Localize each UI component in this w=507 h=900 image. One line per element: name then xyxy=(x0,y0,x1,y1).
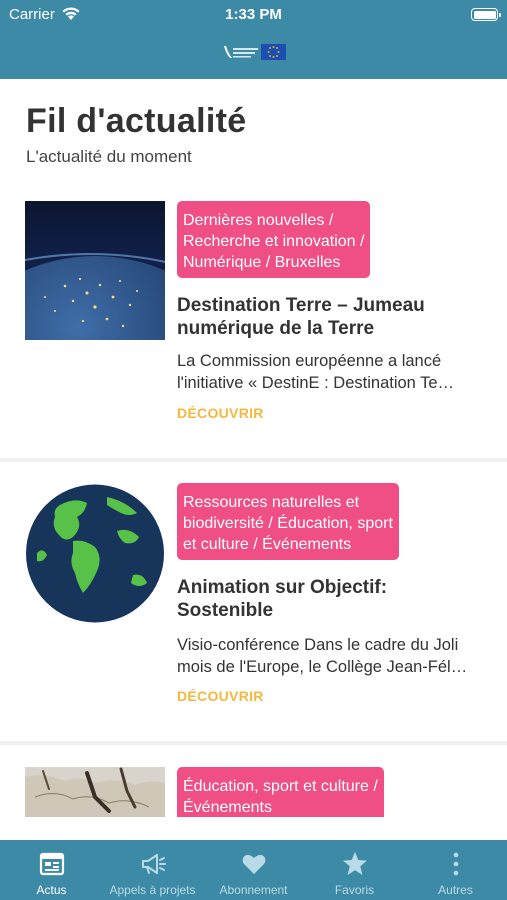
news-card[interactable]: Ressources naturelles et biodiversité / … xyxy=(0,462,507,741)
tab-appels-a-projets[interactable]: Appels à projets xyxy=(102,840,203,900)
tab-label: Autres xyxy=(438,883,473,897)
page-subtitle: L'actualité du moment xyxy=(26,147,192,166)
battery-icon xyxy=(471,8,501,21)
megaphone-icon xyxy=(141,854,166,874)
news-title[interactable]: Animation sur Objectif: Sostenible xyxy=(177,576,487,622)
news-description: Visio-conférence Dans le cadre du Joli m… xyxy=(177,636,468,676)
map-image xyxy=(25,767,165,817)
earth-at-night-image xyxy=(25,201,165,340)
tab-label: Actus xyxy=(36,883,67,897)
europe-direct-logo xyxy=(224,44,286,60)
tab-actus[interactable]: Actus xyxy=(1,840,102,900)
news-card[interactable]: Dernières nouvelles / Recherche et innov… xyxy=(0,190,507,458)
tab-label: Appels à projets xyxy=(109,883,196,897)
app-screen: Carrier 1:33 PM Fil d'actualité L'actual… xyxy=(0,0,507,900)
tab-autres[interactable]: Autres xyxy=(405,840,506,900)
tab-label: Abonnement xyxy=(219,883,288,897)
tab-favoris[interactable]: Favoris xyxy=(304,840,405,900)
more-icon xyxy=(453,852,458,876)
discover-link[interactable]: DÉCOUVRIR xyxy=(177,688,264,704)
news-description: La Commission européenne a lancé l'initi… xyxy=(177,352,455,392)
tab-label: Favoris xyxy=(334,883,375,897)
tab-bar: Actus Appels à projets Abonnement Favori… xyxy=(0,840,507,900)
app-header: Carrier 1:33 PM xyxy=(0,0,507,79)
status-bar: Carrier 1:33 PM xyxy=(0,0,507,28)
news-title[interactable]: Destination Terre – Jumeau numérique de … xyxy=(177,294,487,340)
status-time: 1:33 PM xyxy=(225,6,282,23)
star-icon xyxy=(342,852,367,875)
category-tag: Ressources naturelles et biodiversité / … xyxy=(177,483,399,560)
category-tag: Dernières nouvelles / Recherche et innov… xyxy=(177,201,371,278)
heart-icon xyxy=(242,854,265,874)
globe-image xyxy=(26,484,164,623)
category-tag: Éducation, sport et culture / Événements xyxy=(177,767,384,817)
page-title: Fil d'actualité xyxy=(26,102,247,140)
news-icon xyxy=(39,852,64,876)
news-card[interactable]: Éducation, sport et culture / Événements xyxy=(0,745,507,817)
tab-abonnement[interactable]: Abonnement xyxy=(203,840,304,900)
discover-link[interactable]: DÉCOUVRIR xyxy=(177,405,264,421)
